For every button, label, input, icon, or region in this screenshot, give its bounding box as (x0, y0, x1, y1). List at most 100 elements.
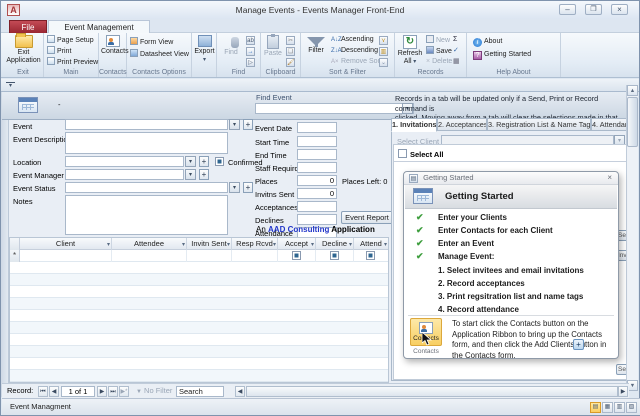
next-record-button[interactable]: ▶ (97, 386, 107, 397)
find-event-combo[interactable] (255, 103, 414, 114)
hscroll-right-icon[interactable]: ▶ (618, 386, 628, 397)
column-header-client[interactable]: Client ▾ (20, 238, 112, 250)
last-record-button[interactable]: ⏭ (108, 386, 118, 397)
select-all-checkbox[interactable] (398, 149, 407, 158)
column-header-invitn-sent[interactable]: Invitn Sent ▾ (187, 238, 232, 250)
event-manager-add-button[interactable]: + (199, 169, 209, 180)
event-status-add-button[interactable]: + (243, 182, 253, 193)
cell-invitn-sent[interactable] (187, 250, 232, 262)
record-position[interactable]: 1 of 1 (61, 386, 95, 397)
horizontal-scrollbar[interactable] (246, 386, 618, 397)
paste-button[interactable]: Paste (263, 34, 283, 58)
save-record-button[interactable]: Save (426, 46, 452, 56)
event-manager-dropdown-icon[interactable]: ▾ (185, 169, 196, 180)
print-preview-button[interactable]: Print Preview (47, 57, 98, 67)
hscroll-left-icon[interactable]: ◀ (235, 386, 245, 397)
cell-decline[interactable] (316, 250, 354, 262)
accept-checkbox[interactable] (292, 251, 301, 260)
vertical-scrollbar[interactable]: ▲ ▼ (626, 85, 638, 391)
cell-client[interactable] (20, 250, 112, 262)
event-dropdown-icon[interactable]: ▾ (229, 119, 240, 130)
export-button[interactable]: Export ▾ (194, 35, 215, 64)
new-record-row[interactable]: * (10, 250, 388, 262)
minimize-button[interactable]: – (559, 4, 576, 15)
replace-icon[interactable]: ab (246, 36, 255, 45)
goto-icon[interactable]: → (246, 47, 255, 56)
event-add-button[interactable]: + (243, 119, 253, 130)
contacts-button[interactable]: Contacts (101, 35, 129, 56)
decline-checkbox[interactable] (330, 251, 339, 260)
refresh-all-button[interactable]: ↻ Refresh All ▾ (397, 35, 423, 66)
event-combo[interactable] (65, 119, 228, 130)
more-button[interactable]: ▦ (453, 57, 460, 67)
advanced-filter-icon[interactable]: ▥ (379, 47, 388, 56)
tab-acceptances[interactable]: 2. Acceptances (437, 118, 487, 131)
event-description-field[interactable] (65, 132, 228, 154)
column-header-accept[interactable]: Accept ▾ (278, 238, 316, 250)
format-painter-icon[interactable]: 🖌 (286, 58, 295, 67)
file-tab[interactable]: File (9, 20, 47, 34)
scrollbar-thumb[interactable] (627, 97, 638, 147)
event-status-combo[interactable] (65, 182, 228, 193)
exit-application-button[interactable]: Exit Application (5, 33, 42, 64)
filter-button[interactable]: Filter (304, 35, 328, 55)
close-button[interactable]: × (611, 4, 628, 15)
find-button[interactable]: Find (219, 35, 243, 57)
event-date-field[interactable] (297, 122, 337, 133)
attend-checkbox[interactable] (366, 251, 375, 260)
previous-record-button[interactable]: ◀ (49, 386, 59, 397)
staff-required-field[interactable] (297, 162, 337, 173)
toggle-filter-icon[interactable]: ⌄ (379, 58, 388, 67)
column-header-attend[interactable]: Attend ▾ (354, 238, 388, 250)
print-button[interactable]: Print (47, 46, 71, 56)
confirmed-checkbox[interactable] (215, 157, 224, 166)
acceptances-field[interactable] (297, 201, 337, 212)
new-record-button[interactable]: New (426, 35, 450, 45)
datasheet-view-button[interactable]: Datasheet View (130, 49, 189, 59)
location-add-button[interactable]: + (199, 156, 209, 167)
places-field[interactable]: 0 (297, 175, 337, 186)
form-view-toggle[interactable]: ▤ (590, 402, 601, 413)
delete-record-button[interactable]: × Delete (426, 57, 452, 67)
grid-select-all-corner[interactable] (10, 238, 20, 250)
popup-title-bar[interactable]: ▤ Getting Started × (404, 172, 618, 185)
scroll-up-icon[interactable]: ▲ (627, 85, 638, 96)
event-status-dropdown-icon[interactable]: ▾ (229, 182, 240, 193)
cell-accept[interactable] (278, 250, 316, 262)
getting-started-button[interactable]: ? Getting Started (473, 50, 531, 60)
about-button[interactable]: i About (473, 37, 502, 47)
declines-field[interactable] (297, 214, 337, 225)
tab-attendance[interactable]: 4. Attendance (591, 118, 629, 131)
end-time-field[interactable] (297, 149, 337, 160)
tab-registration-list[interactable]: 3. Registration List & Name Tags (487, 118, 591, 131)
remove-sort-button[interactable]: A× Remove Sort (331, 57, 382, 67)
location-dropdown-icon[interactable]: ▾ (185, 156, 196, 167)
collapse-chevron-icon[interactable]: ▾ (6, 82, 15, 89)
restore-button[interactable]: ❐ (585, 4, 602, 15)
column-header-attendee[interactable]: Attendee ▾ (112, 238, 187, 250)
cell-resp-rcvd[interactable] (232, 250, 278, 262)
event-report-button[interactable]: Event Report (341, 211, 393, 224)
first-record-button[interactable]: ⏮ (38, 386, 48, 397)
pivotchart-view-toggle[interactable]: ▨ (626, 402, 637, 413)
start-time-field[interactable] (297, 136, 337, 147)
page-setup-button[interactable]: Page Setup (47, 35, 94, 45)
search-input[interactable]: Search (176, 386, 224, 397)
cell-attendee[interactable] (112, 250, 187, 262)
notes-field[interactable] (65, 195, 228, 235)
cut-icon[interactable]: ✂ (286, 36, 295, 45)
totals-button[interactable]: Σ (453, 35, 457, 45)
column-header-resp-rcvd[interactable]: Resp Rcvd ▾ (232, 238, 278, 250)
new-blank-record-button[interactable]: ▶* (119, 386, 129, 397)
no-filter-button[interactable]: ▼ No Filter (136, 384, 172, 399)
datasheet-view-toggle[interactable]: ▦ (602, 402, 613, 413)
select-icon[interactable]: ▷ (246, 58, 255, 67)
invitations-sent-field[interactable]: 0 (297, 188, 337, 199)
copy-icon[interactable]: ❏ (286, 47, 295, 56)
cell-attend[interactable] (354, 250, 388, 262)
popup-close-icon[interactable]: × (607, 172, 612, 184)
tab-invitations[interactable]: 1. Invitations (391, 118, 437, 132)
ascending-button[interactable]: A↓ZAscending (331, 35, 374, 45)
spelling-button[interactable]: ✓ (453, 46, 459, 56)
event-manager-combo[interactable] (65, 169, 184, 180)
